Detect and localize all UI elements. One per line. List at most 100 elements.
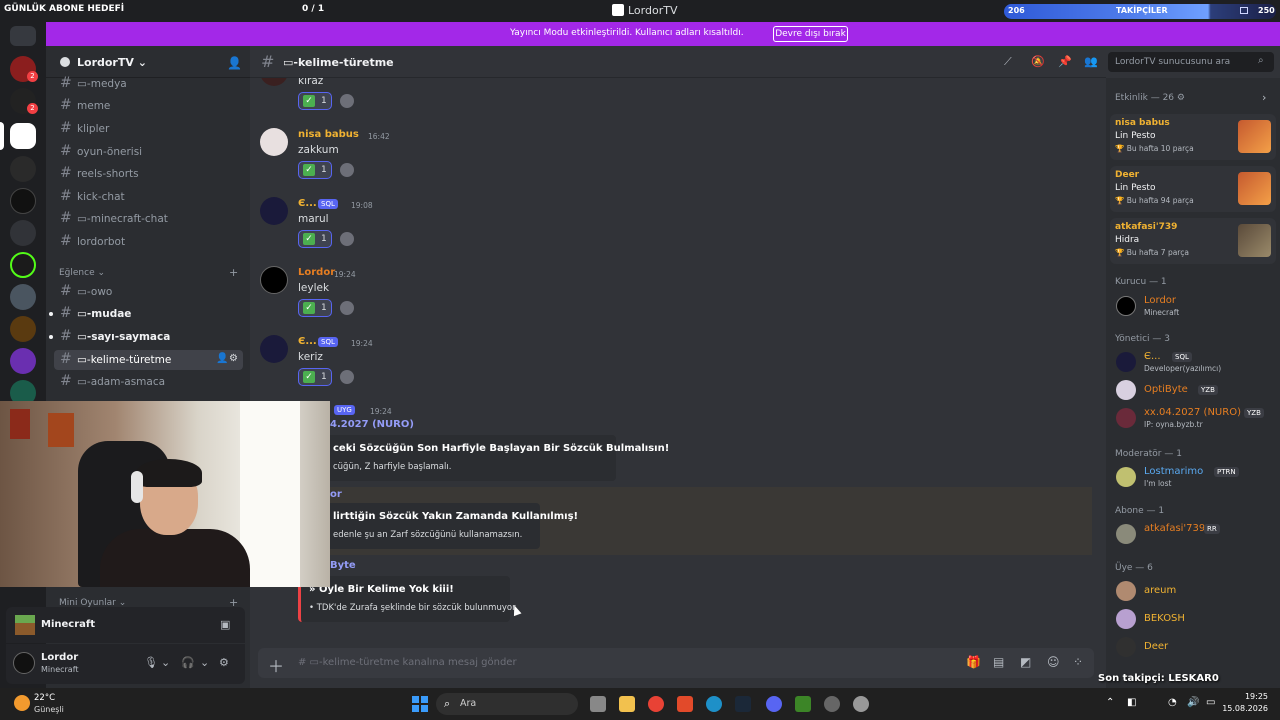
add-channel-icon[interactable]: + [229, 266, 238, 279]
message-author[interactable]: Byte [330, 560, 356, 571]
avatar[interactable] [13, 652, 35, 674]
server-icon-x[interactable] [10, 188, 36, 214]
channel-sayi-saymaca[interactable]: # ▭-sayı-saymaca [49, 327, 243, 347]
chevron-up-icon[interactable]: ⌃ [1106, 697, 1114, 708]
invite-icon[interactable]: 👤 [216, 353, 228, 364]
avatar[interactable] [260, 266, 288, 294]
gear-icon[interactable]: ⚙ [219, 656, 229, 669]
message-author[interactable]: 4.2027 (NURO) [330, 419, 414, 430]
message-author[interactable]: or [330, 489, 342, 500]
headphones-icon[interactable]: 🎧 [181, 656, 195, 669]
microphone-icon[interactable]: 🎙 [144, 656, 158, 669]
sticker-icon[interactable]: ◩ [1020, 655, 1031, 669]
edge-icon[interactable] [706, 696, 722, 712]
add-reaction-icon[interactable] [340, 94, 354, 108]
settings-icon[interactable] [853, 696, 869, 712]
add-reaction-icon[interactable] [340, 370, 354, 384]
message-author[interactable]: Є... [298, 336, 317, 347]
gif-icon[interactable]: ▤ [993, 655, 1004, 669]
member-list-icon[interactable]: 👥 [1084, 55, 1098, 68]
avatar[interactable] [260, 78, 288, 86]
reaction-check[interactable]: ✓ 1 [298, 230, 332, 248]
file-explorer-icon[interactable] [619, 696, 635, 712]
channel-meme[interactable]: # meme [54, 96, 243, 116]
avatar[interactable] [260, 197, 288, 225]
member-item[interactable]: BEKOSH [1114, 605, 1274, 633]
volume-icon[interactable]: 🔊 [1187, 697, 1199, 708]
discord-home-icon[interactable] [10, 26, 36, 46]
threads-icon[interactable]: ⟋ [1004, 55, 1012, 69]
gift-icon[interactable]: 🎁 [966, 655, 981, 669]
channel-mudae[interactable]: # ▭-mudae [49, 304, 243, 324]
activity-options-icon[interactable]: ▣ [220, 618, 230, 631]
add-reaction-icon[interactable] [340, 232, 354, 246]
disable-streamer-mode-button[interactable]: Devre dışı bırak [773, 26, 848, 42]
member-item[interactable]: Є... SQL Developer(yazılımcı) [1114, 348, 1274, 376]
reaction-check[interactable]: ✓ 1 [298, 92, 332, 110]
reaction-check[interactable]: ✓ 1 [298, 161, 332, 179]
server-icon-6[interactable] [10, 348, 36, 374]
channel-minecraft-chat[interactable]: # ▭-minecraft-chat [54, 209, 243, 229]
server-icon-lordortv[interactable] [10, 123, 36, 149]
task-view-icon[interactable] [590, 696, 606, 712]
channel-klipler[interactable]: # klipler [54, 119, 243, 139]
member-item[interactable]: Lostmarimo PTRN I'm lost [1114, 463, 1274, 491]
avatar[interactable] [260, 335, 288, 363]
server-icon-3[interactable] [10, 156, 36, 182]
server-icon-kick[interactable] [10, 252, 36, 278]
add-reaction-icon[interactable] [340, 301, 354, 315]
channel-kick-chat[interactable]: # kick-chat [54, 187, 243, 207]
channel-adam-asmaca[interactable]: # ▭-adam-asmaca [54, 372, 243, 392]
avatar[interactable] [260, 128, 288, 156]
member-item[interactable]: Lordor Minecraft [1114, 292, 1274, 320]
member-item[interactable]: areum [1114, 577, 1274, 605]
add-attachment-icon[interactable]: ＋ [268, 653, 284, 677]
chevron-right-icon[interactable]: › [1262, 91, 1266, 104]
wifi-icon[interactable]: ◔ [1168, 697, 1177, 708]
channel-kelime-turetme[interactable]: # ▭-kelime-türetme 👤 ⚙ [54, 350, 243, 370]
channel-medya[interactable]: # ▭-medya [54, 74, 243, 94]
message-author[interactable]: nisa babus [298, 129, 359, 140]
app-icon[interactable] [824, 696, 840, 712]
activity-card[interactable]: nisa babus Lin Pesto 🏆 Bu hafta 10 parça [1110, 114, 1276, 160]
activity-card[interactable]: Deer Lin Pesto 🏆 Bu hafta 94 parça [1110, 166, 1276, 212]
message-author[interactable]: Lordor [298, 267, 335, 278]
chevron-down-icon[interactable]: ⌄ [200, 656, 209, 669]
reaction-check[interactable]: ✓ 1 [298, 368, 332, 386]
server-icon-4[interactable] [10, 284, 36, 310]
clock-date[interactable]: 15.08.2026 [1218, 704, 1268, 713]
notification-bell-icon[interactable]: 🔕 [1031, 55, 1045, 68]
member-item[interactable]: OptiByte YZB [1114, 376, 1274, 404]
minecraft-launcher-icon[interactable] [795, 696, 811, 712]
channel-oyun-onerisi[interactable]: # oyun-önerisi [54, 142, 243, 162]
clock-time[interactable]: 19:25 [1228, 692, 1268, 701]
server-icon-d[interactable] [10, 220, 36, 246]
chevron-down-icon[interactable]: ⌄ [161, 656, 170, 669]
taskbar-search[interactable]: ⌕ Ara [436, 693, 578, 715]
windows-start-icon[interactable] [412, 696, 428, 712]
reaction-check[interactable]: ✓ 1 [298, 299, 332, 317]
chrome-icon[interactable] [648, 696, 664, 712]
gear-icon[interactable]: ⚙ [229, 353, 238, 364]
apps-icon[interactable]: ⁘ [1073, 655, 1083, 669]
category-eglence[interactable]: Eğlence ⌄ [59, 268, 105, 278]
emoji-icon[interactable]: ☺ [1047, 655, 1060, 669]
member-item[interactable]: xx.04.2027 (NURO) YZB IP: oyna.byzb.tr [1114, 404, 1274, 432]
activity-card[interactable]: atkafasi'739 Hidra 🏆 Bu hafta 7 parça [1110, 218, 1276, 264]
channel-lordorbot[interactable]: # lordorbot [54, 232, 243, 252]
channel-reels-shorts[interactable]: # reels-shorts [54, 164, 243, 184]
add-reaction-icon[interactable] [340, 163, 354, 177]
invite-people-icon[interactable]: 👤 [227, 56, 242, 70]
channel-owo[interactable]: # ▭-owo [54, 282, 243, 302]
member-item[interactable]: Deer [1114, 633, 1274, 661]
message-author[interactable]: Є... [298, 198, 317, 209]
tray-icon[interactable]: ◧ [1127, 697, 1136, 708]
steam-icon[interactable] [735, 696, 751, 712]
server-icon-5[interactable] [10, 316, 36, 342]
message-composer[interactable]: ＋ # ▭-kelime-türetme kanalına mesaj gönd… [258, 648, 1094, 678]
app-icon[interactable] [677, 696, 693, 712]
pin-icon[interactable]: 📌 [1058, 55, 1072, 68]
battery-icon[interactable]: ▭ [1206, 697, 1215, 708]
search-input[interactable]: LordorTV sunucusunu ara ⌕ [1108, 52, 1274, 72]
weather-sun-icon[interactable] [14, 695, 30, 711]
